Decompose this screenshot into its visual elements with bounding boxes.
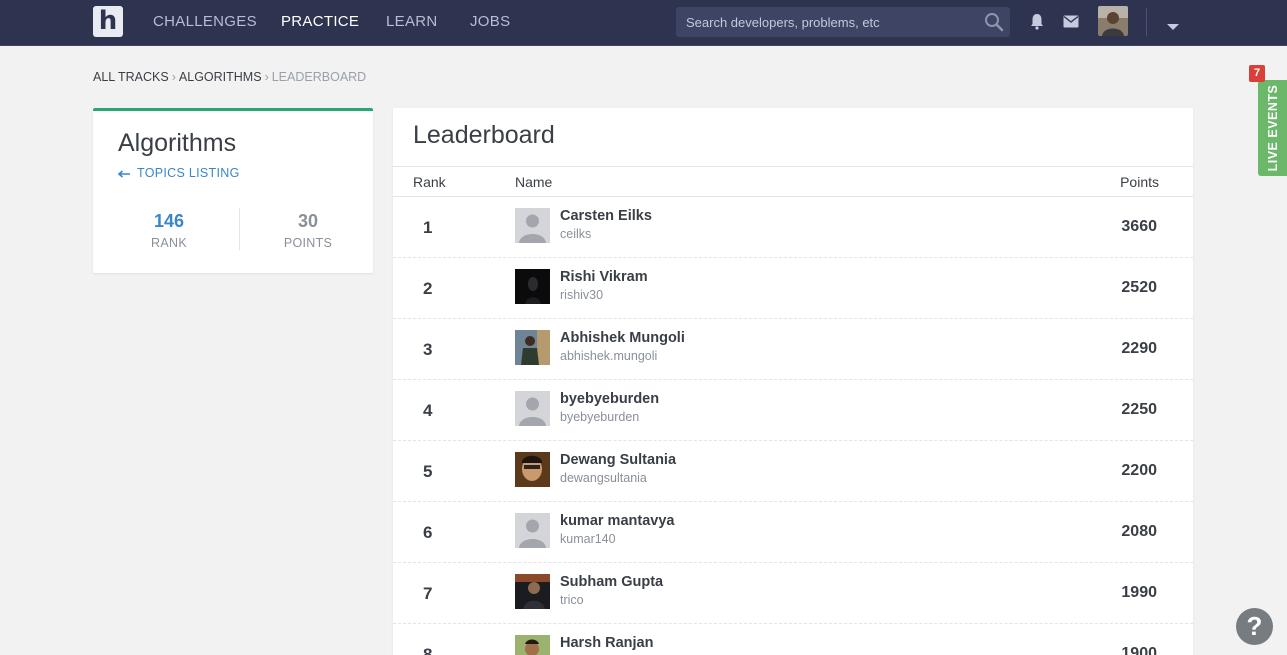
breadcrumb: ALL TRACKS › ALGORITHMS › LEADERBOARD bbox=[93, 70, 366, 84]
rank-value: 146 bbox=[153, 211, 185, 231]
column-name: Name bbox=[515, 174, 553, 190]
row-points: 2200 bbox=[1121, 462, 1157, 479]
breadcrumb-separator: › bbox=[264, 70, 269, 84]
rank-stat: 146 RANK bbox=[99, 211, 239, 250]
points-stat: 30 POINTS bbox=[238, 211, 378, 250]
leaderboard-row: 6 kumar mantavya kumar140 2080 bbox=[393, 502, 1193, 563]
user-avatar[interactable] bbox=[515, 269, 550, 304]
leaderboard-row: 8 Harsh Ranjan 1900 bbox=[393, 624, 1193, 655]
nav-jobs[interactable]: JOBS bbox=[470, 13, 510, 30]
help-icon[interactable]: ? bbox=[1236, 608, 1273, 645]
row-handle: rishiv30 bbox=[560, 288, 604, 302]
default-avatar-icon[interactable] bbox=[515, 391, 550, 426]
leaderboard-row: 7 Subham Gupta trico 1990 bbox=[393, 563, 1193, 624]
row-name[interactable]: Dewang Sultania bbox=[560, 452, 676, 468]
row-rank: 5 bbox=[423, 462, 433, 481]
points-value: 30 bbox=[297, 211, 319, 231]
row-name[interactable]: kumar mantavya bbox=[560, 513, 674, 529]
breadcrumb-current: LEADERBOARD bbox=[271, 70, 367, 84]
leaderboard-title: Leaderboard bbox=[413, 121, 555, 149]
row-name[interactable]: Abhishek Mungoli bbox=[560, 330, 685, 346]
row-rank: 6 bbox=[423, 523, 433, 542]
row-handle: trico bbox=[560, 593, 584, 607]
leaderboard-row: 2 Rishi Vikram rishiv30 2520 bbox=[393, 258, 1193, 319]
row-name[interactable]: Harsh Ranjan bbox=[560, 635, 653, 651]
row-points: 1900 bbox=[1121, 645, 1157, 655]
row-rank: 3 bbox=[423, 340, 433, 359]
topics-listing-link[interactable]: TOPICS LISTING bbox=[117, 166, 240, 181]
mail-icon[interactable] bbox=[1063, 15, 1079, 33]
column-rank: Rank bbox=[413, 174, 446, 190]
row-rank: 7 bbox=[423, 584, 433, 603]
search-box bbox=[676, 7, 1010, 37]
leaderboard-row: 3 Abhishek Mungoli abhishek.mungoli 2290 bbox=[393, 319, 1193, 380]
row-handle: dewangsultania bbox=[560, 471, 647, 485]
leaderboard-row: 5 Dewang Sultania dewangsultania 2200 bbox=[393, 441, 1193, 502]
user-avatar[interactable] bbox=[515, 574, 550, 609]
row-points: 2290 bbox=[1121, 340, 1157, 357]
nav-challenges[interactable]: CHALLENGES bbox=[153, 13, 257, 30]
chevron-down-icon[interactable] bbox=[1166, 18, 1180, 36]
breadcrumb-separator: › bbox=[171, 70, 176, 84]
nav-divider bbox=[1146, 8, 1147, 36]
track-title: Algorithms bbox=[118, 129, 237, 157]
row-name[interactable]: Carsten Eilks bbox=[560, 208, 652, 224]
hackerearth-logo[interactable]: h bbox=[93, 6, 123, 37]
user-avatar[interactable] bbox=[515, 330, 550, 365]
user-avatar[interactable] bbox=[1098, 6, 1128, 36]
leaderboard-row: 4 byebyeburden byebyeburden 2250 bbox=[393, 380, 1193, 441]
points-label: POINTS bbox=[283, 236, 333, 250]
row-handle: byebyeburden bbox=[560, 410, 640, 424]
live-events-tab[interactable]: LIVE EVENTS bbox=[1258, 80, 1287, 176]
column-points: Points bbox=[1120, 174, 1159, 190]
row-points: 2520 bbox=[1121, 279, 1157, 296]
row-name[interactable]: Rishi Vikram bbox=[560, 269, 648, 285]
breadcrumb-algorithms[interactable]: ALGORITHMS bbox=[179, 70, 262, 84]
row-points: 3660 bbox=[1121, 218, 1157, 235]
row-rank: 8 bbox=[423, 645, 433, 655]
default-avatar-icon[interactable] bbox=[515, 513, 550, 548]
track-summary-card: Algorithms TOPICS LISTING 146 RANK 30 PO… bbox=[93, 108, 373, 273]
user-avatar[interactable] bbox=[515, 635, 550, 655]
live-events-count-badge: 7 bbox=[1249, 65, 1265, 82]
nav-learn[interactable]: LEARN bbox=[386, 13, 438, 30]
arrow-left-icon bbox=[117, 167, 131, 181]
row-name[interactable]: Subham Gupta bbox=[560, 574, 663, 590]
row-name[interactable]: byebyeburden bbox=[560, 391, 659, 407]
live-events-label: LIVE EVENTS bbox=[1266, 84, 1280, 172]
row-rank: 2 bbox=[423, 279, 433, 298]
row-points: 1990 bbox=[1121, 584, 1157, 601]
leaderboard-panel: Leaderboard Rank Name Points 1 Carsten E… bbox=[393, 108, 1193, 655]
row-handle: ceilks bbox=[560, 227, 592, 241]
row-rank: 1 bbox=[423, 218, 433, 237]
default-avatar-icon[interactable] bbox=[515, 208, 550, 243]
breadcrumb-all-tracks[interactable]: ALL TRACKS bbox=[93, 70, 169, 84]
leaderboard-row: 1 Carsten Eilks ceilks 3660 bbox=[393, 197, 1193, 258]
bell-icon[interactable] bbox=[1030, 13, 1044, 35]
row-handle: abhishek.mungoli bbox=[560, 349, 658, 363]
search-input[interactable] bbox=[676, 7, 976, 37]
rank-label: RANK bbox=[151, 236, 187, 250]
nav-practice[interactable]: PRACTICE bbox=[281, 13, 359, 30]
top-navbar: h CHALLENGES PRACTICE LEARN JOBS bbox=[0, 0, 1287, 46]
user-avatar[interactable] bbox=[515, 452, 550, 487]
search-icon[interactable] bbox=[984, 12, 1004, 37]
leaderboard-header: Rank Name Points bbox=[393, 166, 1193, 197]
topics-listing-label: TOPICS LISTING bbox=[137, 166, 240, 180]
row-rank: 4 bbox=[423, 401, 433, 420]
row-handle: kumar140 bbox=[560, 532, 616, 546]
row-points: 2250 bbox=[1121, 401, 1157, 418]
row-points: 2080 bbox=[1121, 523, 1157, 540]
